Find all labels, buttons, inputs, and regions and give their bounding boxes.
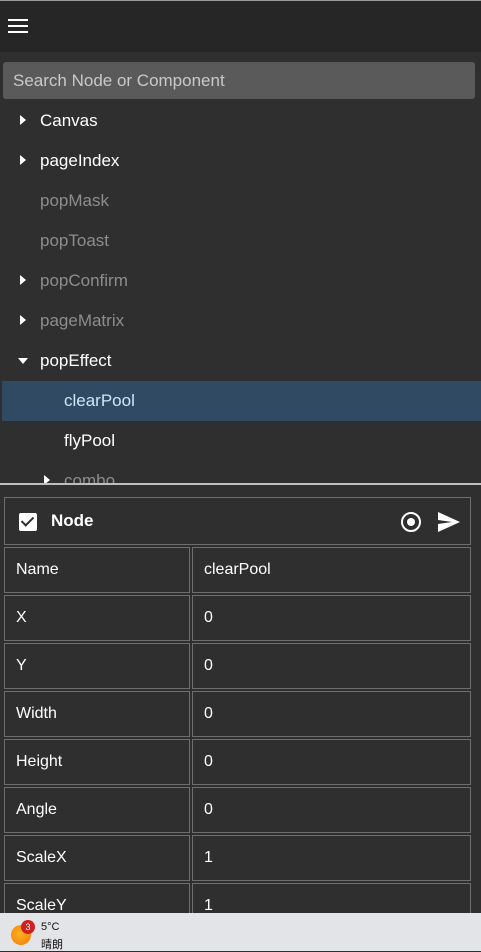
property-row-name: Name clearPool [4,547,471,595]
property-value-field[interactable]: clearPool [192,547,471,593]
property-row-angle: Angle 0 [4,787,471,835]
weather-temperature: 5°C [41,921,60,933]
weather-condition: 晴朗 [41,939,63,951]
property-value-field[interactable]: 0 [192,643,471,689]
property-row-height: Height 0 [4,739,471,787]
property-label: Y [4,643,190,689]
tree-item-pagematrix[interactable]: pageMatrix [0,301,481,341]
properties-panel: Node Name clearPool X 0 Y 0 Width 0 Height 0 Angle… [0,485,481,913]
tree-item-label: popMask [40,191,109,210]
property-value-field[interactable]: 0 [192,739,471,785]
tree-item-label: clearPool [64,391,135,410]
tree-item-label: Canvas [40,111,98,130]
property-value-field[interactable]: 0 [192,691,471,737]
search-input[interactable] [3,62,475,99]
taskbar: 3 5°C 晴朗 [0,913,481,951]
tree-item-label: flyPool [64,431,116,450]
tree-item-label: popConfirm [40,271,128,290]
node-tree: Canvas pageIndex popMask popToast popConfirm… [0,101,481,483]
tree-item-label: popToast [40,231,109,250]
notification-badge: 3 [21,920,35,934]
tree-item-pageindex[interactable]: pageIndex [0,141,481,181]
caret-right-icon[interactable] [42,461,52,483]
caret-right-icon[interactable] [18,301,28,341]
caret-right-icon[interactable] [18,141,28,181]
node-tree-panel: Canvas pageIndex popMask popToast popConfirm… [0,52,481,483]
property-label: Angle [4,787,190,833]
tree-item-label: pageMatrix [40,311,125,330]
property-label: Name [4,547,190,593]
property-label: X [4,595,190,641]
caret-right-icon[interactable] [18,261,28,301]
property-label: Width [4,691,190,737]
menu-icon[interactable] [8,19,28,35]
property-row-width: Width 0 [4,691,471,739]
property-value-field[interactable]: 0 [192,595,471,641]
tree-item-combo[interactable]: combo [0,461,481,483]
node-component-header: Node [4,497,471,545]
tree-item-label: popEffect [40,351,112,370]
property-value-field[interactable]: 1 [192,883,471,913]
tree-item-canvas[interactable]: Canvas [0,101,481,141]
property-label: Height [4,739,190,785]
property-label: ScaleX [4,835,190,881]
tree-item-popmask[interactable]: popMask [0,181,481,221]
node-enabled-checkbox[interactable] [19,513,37,531]
send-icon[interactable] [437,511,461,533]
top-bar [0,0,481,52]
tree-item-clearpool[interactable]: clearPool [2,381,481,421]
tree-item-popconfirm[interactable]: popConfirm [0,261,481,301]
node-component-title: Node [51,511,94,530]
tree-item-label: pageIndex [40,151,120,170]
target-icon[interactable] [400,511,422,533]
tree-item-popeffect[interactable]: popEffect [0,341,481,381]
property-table: Name clearPool X 0 Y 0 Width 0 Height 0 Angle 0 Scal… [4,547,471,913]
tree-item-label: combo [64,471,116,483]
property-row-y: Y0 [4,643,471,691]
tree-item-poptoast[interactable]: popToast [0,221,481,261]
property-value-field[interactable]: 0 [192,787,471,833]
property-row-x: X0 [4,595,471,643]
caret-right-icon[interactable] [18,101,28,141]
caret-down-icon[interactable] [18,341,28,381]
property-value-field[interactable]: 1 [192,835,471,881]
property-row-scaley: ScaleY 1 [4,883,471,913]
property-row-scalex: ScaleX 1 [4,835,471,883]
property-label: ScaleY [4,883,190,913]
tree-item-flypool[interactable]: flyPool [0,421,481,461]
